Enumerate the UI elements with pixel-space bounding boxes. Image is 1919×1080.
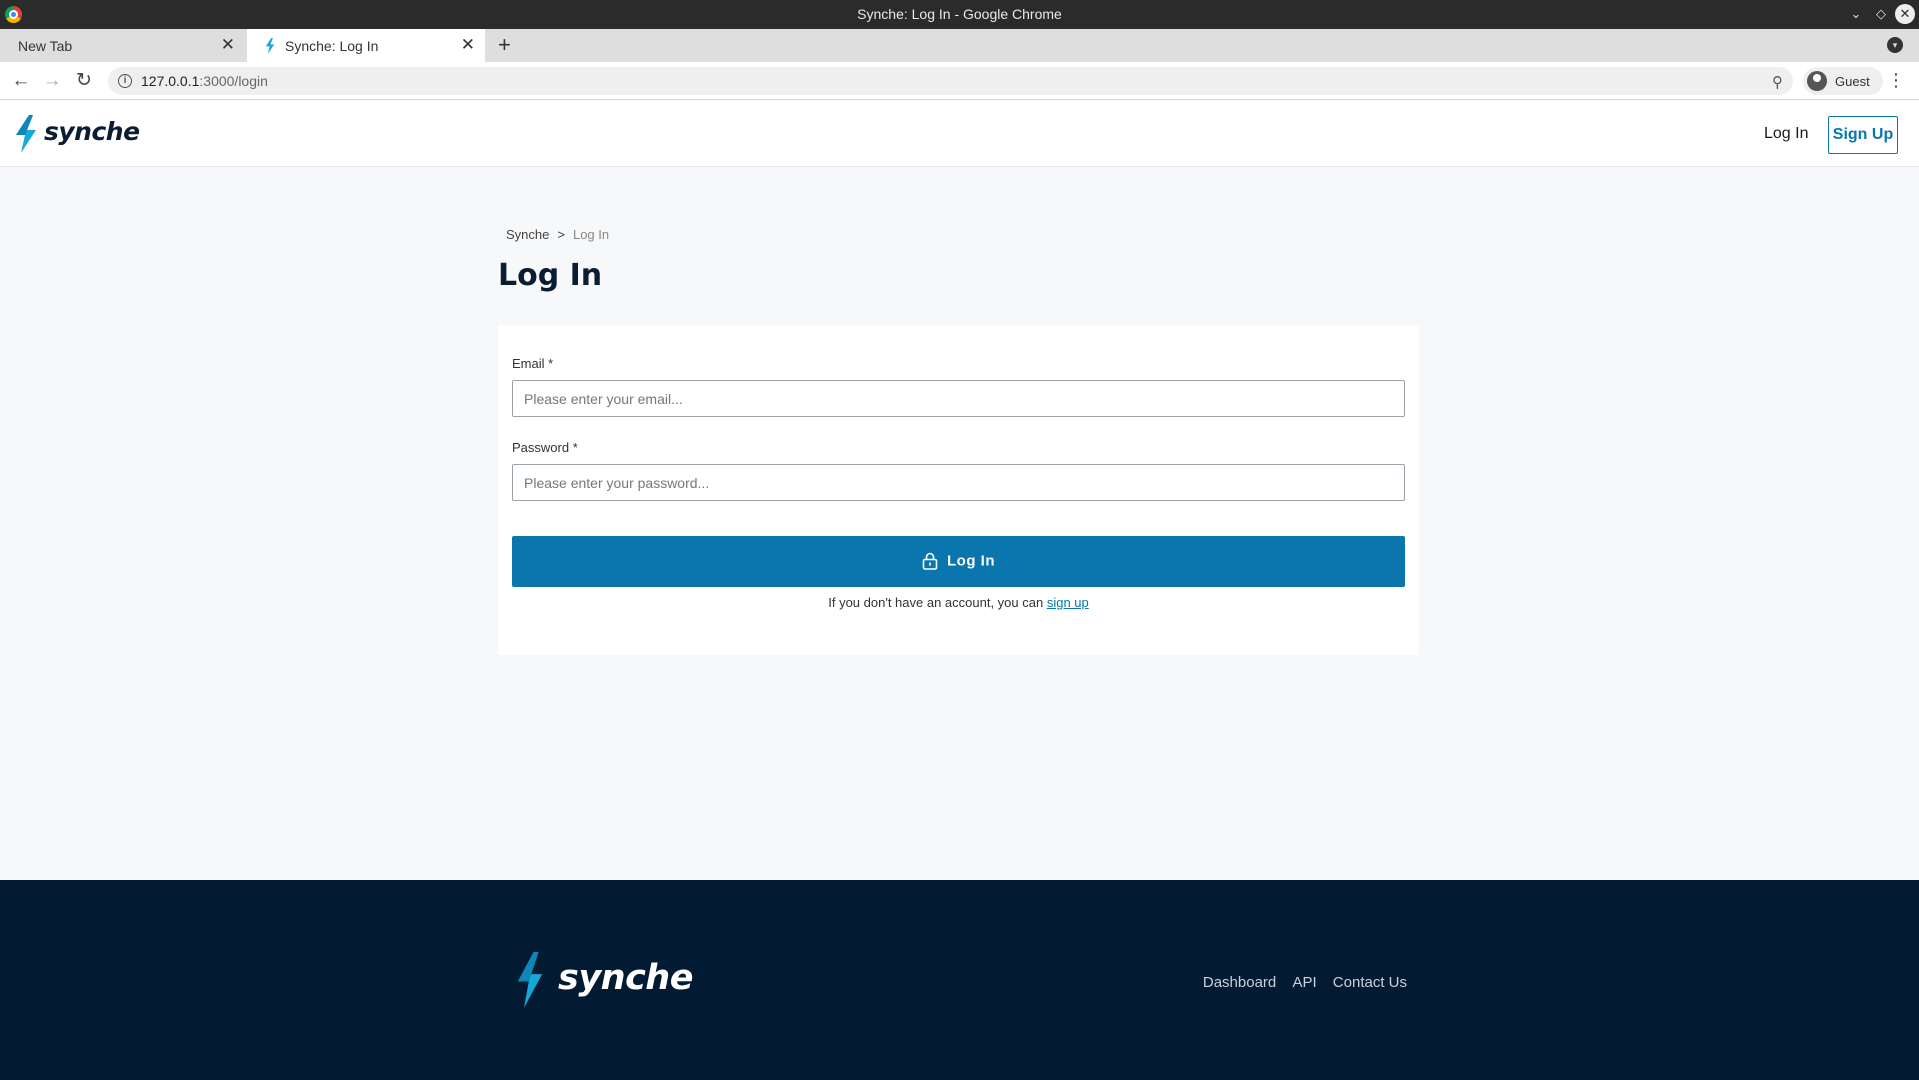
forward-arrow-icon[interactable]: → (40, 69, 64, 93)
footer-brand-name: synche (558, 958, 693, 998)
password-field[interactable] (512, 464, 1405, 501)
browser-menu-icon[interactable]: ⋮ (1887, 70, 1905, 90)
signup-link[interactable]: sign up (1047, 595, 1089, 610)
site-info-icon[interactable]: i (118, 74, 132, 88)
new-tab-button[interactable]: + (498, 32, 511, 58)
breadcrumb-root-link[interactable]: Synche (506, 227, 549, 242)
footer-link-contact[interactable]: Contact Us (1333, 974, 1407, 991)
tab-title: New Tab (18, 38, 73, 54)
breadcrumb: Synche > Log In (506, 227, 609, 242)
close-tab-icon[interactable]: ✕ (221, 35, 235, 55)
password-label: Password * (512, 440, 578, 455)
required-mark: * (572, 440, 578, 455)
breadcrumb-current: Log In (572, 227, 610, 242)
footer-link-dashboard[interactable]: Dashboard (1203, 974, 1276, 991)
synche-favicon-icon (265, 38, 275, 54)
email-label: Email * (512, 356, 553, 371)
reload-icon[interactable]: ↻ (72, 69, 96, 93)
url-host: 127.0.0.1 (141, 73, 200, 89)
signup-hint: If you don't have an account, you can si… (498, 595, 1419, 610)
synche-logo-icon (16, 115, 36, 153)
profile-label: Guest (1835, 74, 1870, 89)
window-titlebar: Synche: Log In - Google Chrome ⌄ ◇ ✕ (0, 0, 1919, 29)
page-title: Log In (498, 258, 603, 293)
password-label-text: Password (512, 440, 570, 455)
address-bar[interactable]: i 127.0.0.1:3000/login ⚲ (108, 67, 1793, 95)
login-form-card: Email * Password * Log In If you don't h… (498, 325, 1419, 655)
breadcrumb-separator: > (557, 227, 565, 242)
site-footer: synche Dashboard API Contact Us (0, 880, 1919, 1080)
header-login-link[interactable]: Log In (1764, 125, 1808, 143)
signup-hint-text: If you don't have an account, you can (828, 595, 1044, 610)
url-text[interactable]: 127.0.0.1:3000/login (141, 73, 268, 89)
close-window-button[interactable]: ✕ (1895, 4, 1915, 24)
tab-new-tab[interactable]: New Tab ✕ (0, 29, 245, 62)
tab-search-icon[interactable]: ▾ (1887, 37, 1903, 53)
zoom-icon[interactable]: ⚲ (1772, 73, 1783, 91)
browser-toolbar: ← → ↻ i 127.0.0.1:3000/login ⚲ Guest ⋮ (0, 62, 1919, 100)
page: synche Log In Sign Up Synche > Log In Log … (0, 101, 1919, 1080)
close-tab-icon[interactable]: ✕ (461, 35, 475, 55)
login-submit-button[interactable]: Log In (512, 536, 1405, 587)
tab-title: Synche: Log In (285, 38, 379, 54)
required-mark: * (548, 356, 554, 371)
site-header: synche Log In Sign Up (0, 101, 1919, 167)
tab-synche-login[interactable]: Synche: Log In ✕ (247, 29, 485, 62)
profile-button[interactable]: Guest (1803, 67, 1883, 95)
login-submit-label: Log In (947, 553, 995, 571)
header-signup-button[interactable]: Sign Up (1828, 116, 1898, 154)
maximize-button[interactable]: ◇ (1871, 4, 1891, 24)
tab-strip: New Tab ✕ Synche: Log In ✕ + ▾ (0, 29, 1919, 62)
synche-logo-icon (517, 952, 543, 1008)
back-arrow-icon[interactable]: ← (9, 69, 33, 93)
url-path: :3000/login (199, 73, 268, 89)
window-title: Synche: Log In - Google Chrome (857, 6, 1062, 22)
footer-link-api[interactable]: API (1292, 974, 1316, 991)
brand-name: synche (44, 117, 140, 146)
minimize-button[interactable]: ⌄ (1846, 4, 1866, 24)
footer-links: Dashboard API Contact Us (1191, 974, 1407, 991)
email-label-text: Email (512, 356, 545, 371)
lock-icon (922, 552, 938, 570)
guest-avatar-icon (1807, 71, 1827, 91)
email-field[interactable] (512, 380, 1405, 417)
